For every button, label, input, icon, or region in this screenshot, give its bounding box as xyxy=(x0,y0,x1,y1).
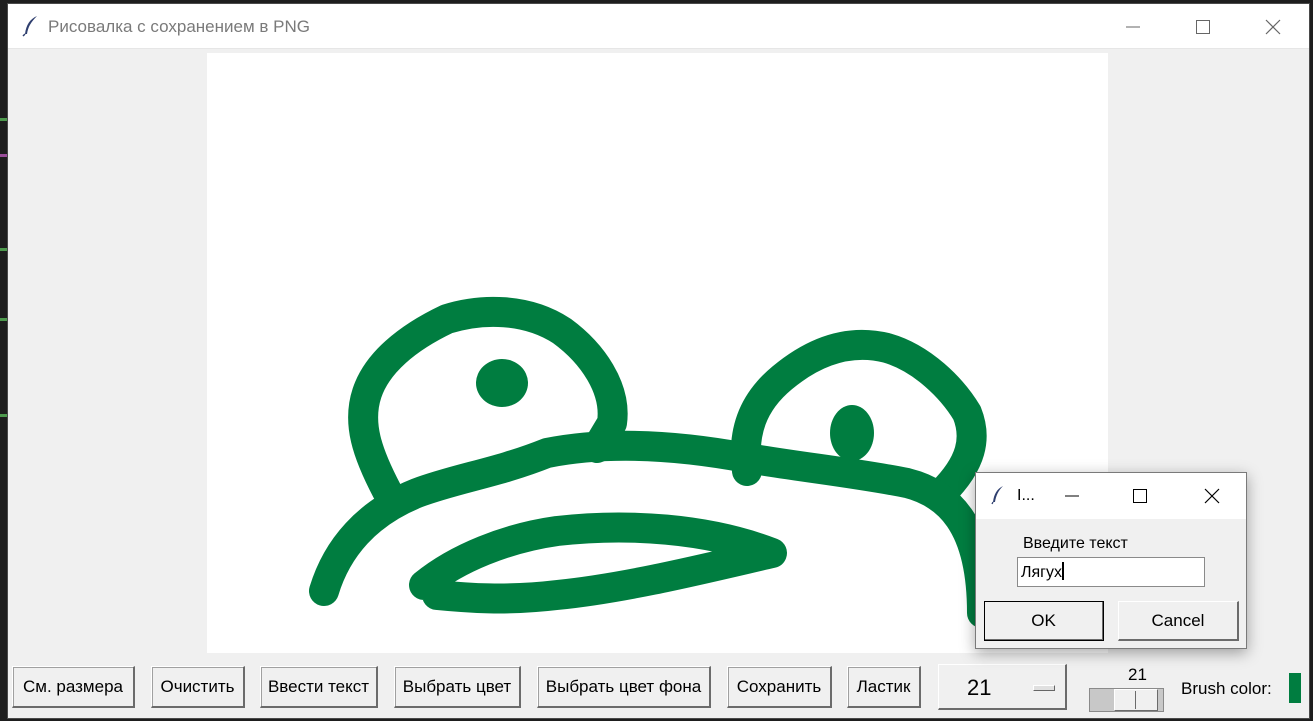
option-menu-indicator-icon xyxy=(1033,685,1055,691)
choose-background-color-button[interactable]: Выбрать цвет фона xyxy=(537,666,711,708)
eraser-button[interactable]: Ластик xyxy=(847,666,921,708)
text-input-value: Лягух xyxy=(1021,564,1062,581)
minimize-icon xyxy=(1065,495,1079,497)
feather-icon xyxy=(22,16,37,37)
minimize-icon xyxy=(1126,26,1140,27)
strip-mark xyxy=(0,118,7,121)
change-size-button[interactable]: См. размера xyxy=(12,666,135,708)
close-icon xyxy=(1265,19,1281,34)
text-caret xyxy=(1062,562,1064,580)
dialog-prompt: Введите текст xyxy=(1023,535,1128,552)
frog-left-pupil xyxy=(476,359,528,407)
frog-mouth xyxy=(409,512,787,614)
title-bar[interactable]: Рисовалка с сохранением в PNG xyxy=(8,4,1309,49)
dialog-maximize-button[interactable] xyxy=(1108,473,1172,519)
close-button[interactable] xyxy=(1238,4,1308,49)
strip-mark xyxy=(0,248,7,251)
brush-size-value: 21 xyxy=(967,675,992,700)
frog-right-pupil xyxy=(830,405,874,461)
ok-button[interactable]: OK xyxy=(984,601,1104,641)
brush-size-scale-slider[interactable] xyxy=(1114,689,1158,711)
text-input-dialog: I... Введите текст Лягух OK Cancel xyxy=(975,472,1247,649)
brush-size-scale-value: 21 xyxy=(1128,665,1147,684)
maximize-icon xyxy=(1133,489,1147,503)
cancel-button[interactable]: Cancel xyxy=(1118,601,1239,641)
drawing-canvas[interactable] xyxy=(207,53,1108,653)
brush-color-swatch xyxy=(1289,673,1301,703)
brush-color-label: Brush color: xyxy=(1181,679,1272,698)
enter-text-button[interactable]: Ввести текст xyxy=(260,666,378,708)
window-title: Рисовалка с сохранением в PNG xyxy=(48,17,310,36)
dialog-title: I... xyxy=(1017,487,1035,504)
save-button[interactable]: Сохранить xyxy=(727,666,832,708)
text-input-field[interactable]: Лягух xyxy=(1017,557,1205,587)
dialog-title-bar[interactable]: I... xyxy=(976,473,1246,519)
strip-mark xyxy=(0,318,7,321)
canvas-drawing xyxy=(309,296,997,628)
maximize-button[interactable] xyxy=(1168,4,1238,49)
minimize-button[interactable] xyxy=(1098,4,1168,49)
dialog-close-button[interactable] xyxy=(1180,473,1244,519)
close-icon xyxy=(1204,488,1220,504)
clear-button[interactable]: Очистить xyxy=(151,666,245,708)
strip-mark xyxy=(0,414,7,417)
maximize-icon xyxy=(1196,19,1210,34)
feather-icon xyxy=(991,486,1003,505)
background-editor-strip xyxy=(0,0,7,721)
dialog-minimize-button[interactable] xyxy=(1040,473,1104,519)
choose-color-button[interactable]: Выбрать цвет xyxy=(394,666,521,708)
brush-size-select[interactable]: 21 xyxy=(938,664,1067,710)
strip-mark xyxy=(0,154,7,157)
